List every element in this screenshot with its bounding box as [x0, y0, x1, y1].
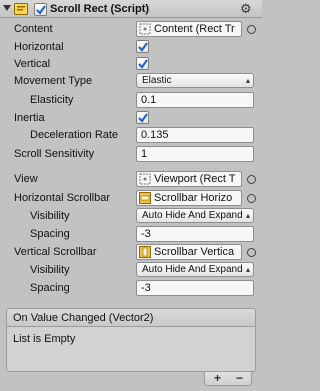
component-title: Scroll Rect (Script) — [50, 3, 150, 15]
content-label: Content — [14, 23, 53, 35]
vertical-label: Vertical — [14, 58, 51, 70]
object-picker-icon[interactable] — [247, 25, 256, 34]
on-value-changed-event: On Value Changed (Vector2) List is Empty — [6, 308, 256, 372]
scroll-sensitivity-label: Scroll Sensitivity — [14, 148, 95, 160]
horizontal-label: Horizontal — [14, 41, 64, 53]
rect-transform-icon — [139, 173, 151, 185]
v-visibility-label: Visibility — [30, 264, 70, 276]
horizontal-row: Horizontal — [0, 38, 262, 56]
vertical-scrollbar-object-field[interactable]: Scrollbar Vertica — [136, 244, 242, 260]
v-spacing-row: Spacing -3 — [0, 279, 262, 297]
v-spacing-label: Spacing — [30, 282, 70, 294]
h-visibility-label: Visibility — [30, 210, 70, 222]
event-title: On Value Changed (Vector2) — [13, 312, 154, 324]
elasticity-label: Elasticity — [30, 94, 74, 106]
event-add-remove-footer: + − — [204, 371, 252, 386]
gear-icon[interactable]: ⚙ — [240, 0, 252, 18]
deceleration-rate-input[interactable]: 0.135 — [136, 127, 254, 143]
scrollbar-icon — [139, 246, 151, 258]
view-label: View — [14, 173, 38, 185]
movement-type-label: Movement Type — [14, 75, 93, 87]
h-visibility-value: Auto Hide And Expand — [142, 210, 243, 221]
horizontal-scrollbar-value: Scrollbar Horizo — [154, 192, 233, 204]
movement-type-value: Elastic — [142, 75, 172, 86]
view-row: View Viewport (Rect T — [0, 170, 262, 188]
rect-transform-icon — [139, 23, 151, 35]
h-spacing-input[interactable]: -3 — [136, 226, 254, 242]
object-picker-icon[interactable] — [247, 175, 256, 184]
view-value: Viewport (Rect T — [154, 173, 236, 185]
deceleration-rate-row: Deceleration Rate 0.135 — [0, 126, 262, 144]
horizontal-scrollbar-object-field[interactable]: Scrollbar Horizo — [136, 190, 242, 206]
object-picker-icon[interactable] — [247, 248, 256, 257]
event-empty-text: List is Empty — [13, 333, 76, 345]
content-value: Content (Rect Tr — [154, 23, 235, 35]
dropdown-arrows-icon: ▴ — [245, 76, 250, 85]
horizontal-checkbox[interactable] — [136, 40, 149, 53]
scroll-sensitivity-input[interactable]: 1 — [136, 146, 254, 162]
checkmark-icon — [138, 59, 148, 69]
script-icon — [14, 3, 28, 15]
v-visibility-value: Auto Hide And Expand — [142, 264, 243, 275]
elasticity-row: Elasticity 0.1 — [0, 91, 262, 109]
checkmark-icon — [138, 113, 148, 123]
object-picker-icon[interactable] — [247, 194, 256, 203]
vertical-row: Vertical — [0, 55, 262, 73]
vertical-scrollbar-label: Vertical Scrollbar — [14, 246, 97, 258]
remove-listener-button[interactable]: − — [236, 371, 243, 385]
add-listener-button[interactable]: + — [214, 371, 221, 385]
deceleration-rate-label: Deceleration Rate — [30, 129, 119, 141]
elasticity-input[interactable]: 0.1 — [136, 92, 254, 108]
horizontal-scrollbar-label: Horizontal Scrollbar — [14, 192, 110, 204]
vertical-checkbox[interactable] — [136, 57, 149, 70]
movement-type-row: Movement Type Elastic ▴ — [0, 72, 262, 90]
inertia-row: Inertia — [0, 109, 262, 127]
content-row: Content Content (Rect Tr — [0, 20, 262, 38]
event-header: On Value Changed (Vector2) — [7, 309, 255, 327]
h-visibility-row: Visibility Auto Hide And Expand ▴ — [0, 207, 262, 225]
v-visibility-dropdown[interactable]: Auto Hide And Expand ▴ — [136, 262, 254, 277]
component-header[interactable]: Scroll Rect (Script) ⚙ — [0, 0, 262, 18]
movement-type-dropdown[interactable]: Elastic ▴ — [136, 73, 254, 88]
h-spacing-label: Spacing — [30, 228, 70, 240]
inspector-panel: Scroll Rect (Script) ⚙ Content Content (… — [0, 0, 262, 391]
v-visibility-row: Visibility Auto Hide And Expand ▴ — [0, 261, 262, 279]
view-object-field[interactable]: Viewport (Rect T — [136, 171, 242, 187]
v-spacing-input[interactable]: -3 — [136, 280, 254, 296]
inertia-checkbox[interactable] — [136, 111, 149, 124]
h-spacing-row: Spacing -3 — [0, 225, 262, 243]
scroll-sensitivity-row: Scroll Sensitivity 1 — [0, 145, 262, 163]
vertical-scrollbar-row: Vertical Scrollbar Scrollbar Vertica — [0, 243, 262, 261]
horizontal-scrollbar-row: Horizontal Scrollbar Scrollbar Horizo — [0, 189, 262, 207]
dropdown-arrows-icon: ▴ — [245, 211, 250, 220]
dropdown-arrows-icon: ▴ — [245, 265, 250, 274]
scrollbar-icon — [139, 192, 151, 204]
h-visibility-dropdown[interactable]: Auto Hide And Expand ▴ — [136, 208, 254, 223]
triangle-down-icon[interactable] — [3, 5, 11, 11]
content-object-field[interactable]: Content (Rect Tr — [136, 21, 242, 37]
inertia-label: Inertia — [14, 112, 45, 124]
vertical-scrollbar-value: Scrollbar Vertica — [154, 246, 235, 258]
checkmark-icon — [36, 5, 46, 15]
component-enabled-checkbox[interactable] — [34, 3, 47, 16]
checkmark-icon — [138, 42, 148, 52]
